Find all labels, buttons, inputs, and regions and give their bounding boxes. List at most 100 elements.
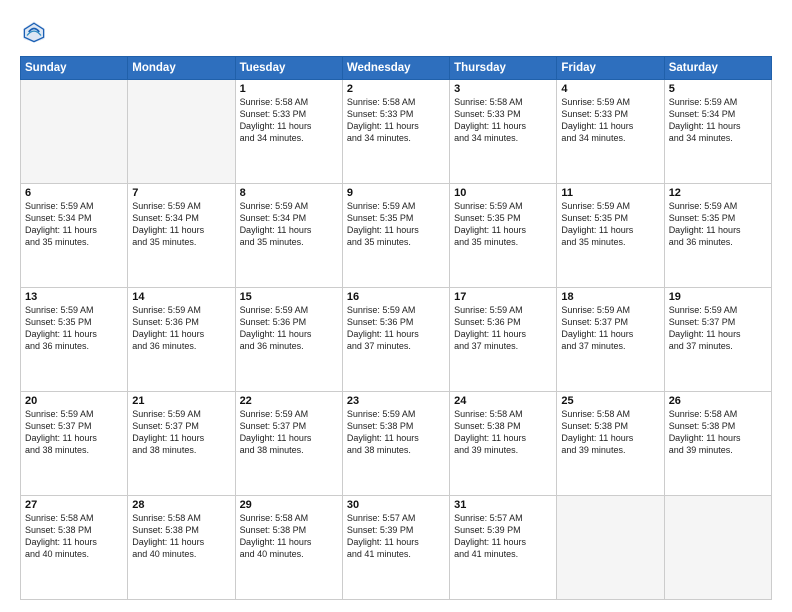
calendar-cell: 9Sunrise: 5:59 AM Sunset: 5:35 PM Daylig…	[342, 184, 449, 288]
day-number: 25	[561, 395, 659, 407]
week-row-3: 13Sunrise: 5:59 AM Sunset: 5:35 PM Dayli…	[21, 288, 772, 392]
day-info: Sunrise: 5:58 AM Sunset: 5:38 PM Dayligh…	[454, 408, 552, 457]
day-number: 6	[25, 187, 123, 199]
calendar-cell: 19Sunrise: 5:59 AM Sunset: 5:37 PM Dayli…	[664, 288, 771, 392]
header-sunday: Sunday	[21, 57, 128, 80]
day-info: Sunrise: 5:59 AM Sunset: 5:37 PM Dayligh…	[25, 408, 123, 457]
day-info: Sunrise: 5:59 AM Sunset: 5:33 PM Dayligh…	[561, 96, 659, 145]
calendar-cell: 15Sunrise: 5:59 AM Sunset: 5:36 PM Dayli…	[235, 288, 342, 392]
calendar-cell: 16Sunrise: 5:59 AM Sunset: 5:36 PM Dayli…	[342, 288, 449, 392]
calendar-cell: 2Sunrise: 5:58 AM Sunset: 5:33 PM Daylig…	[342, 80, 449, 184]
day-number: 16	[347, 291, 445, 303]
day-number: 26	[669, 395, 767, 407]
day-number: 2	[347, 83, 445, 95]
day-number: 5	[669, 83, 767, 95]
day-number: 15	[240, 291, 338, 303]
calendar-cell: 25Sunrise: 5:58 AM Sunset: 5:38 PM Dayli…	[557, 392, 664, 496]
calendar-cell: 29Sunrise: 5:58 AM Sunset: 5:38 PM Dayli…	[235, 496, 342, 600]
day-info: Sunrise: 5:59 AM Sunset: 5:36 PM Dayligh…	[347, 304, 445, 353]
day-number: 13	[25, 291, 123, 303]
day-info: Sunrise: 5:58 AM Sunset: 5:38 PM Dayligh…	[561, 408, 659, 457]
calendar-cell	[128, 80, 235, 184]
header-monday: Monday	[128, 57, 235, 80]
day-number: 4	[561, 83, 659, 95]
header	[20, 18, 772, 46]
day-info: Sunrise: 5:58 AM Sunset: 5:33 PM Dayligh…	[347, 96, 445, 145]
calendar-cell	[664, 496, 771, 600]
calendar-cell: 28Sunrise: 5:58 AM Sunset: 5:38 PM Dayli…	[128, 496, 235, 600]
calendar-cell: 1Sunrise: 5:58 AM Sunset: 5:33 PM Daylig…	[235, 80, 342, 184]
day-info: Sunrise: 5:58 AM Sunset: 5:38 PM Dayligh…	[132, 512, 230, 561]
day-number: 28	[132, 499, 230, 511]
day-number: 22	[240, 395, 338, 407]
day-info: Sunrise: 5:59 AM Sunset: 5:35 PM Dayligh…	[454, 200, 552, 249]
calendar-cell: 4Sunrise: 5:59 AM Sunset: 5:33 PM Daylig…	[557, 80, 664, 184]
day-number: 8	[240, 187, 338, 199]
header-tuesday: Tuesday	[235, 57, 342, 80]
calendar-cell	[557, 496, 664, 600]
day-number: 17	[454, 291, 552, 303]
day-number: 23	[347, 395, 445, 407]
day-number: 11	[561, 187, 659, 199]
calendar-cell: 3Sunrise: 5:58 AM Sunset: 5:33 PM Daylig…	[450, 80, 557, 184]
header-saturday: Saturday	[664, 57, 771, 80]
day-info: Sunrise: 5:58 AM Sunset: 5:33 PM Dayligh…	[454, 96, 552, 145]
header-wednesday: Wednesday	[342, 57, 449, 80]
day-number: 14	[132, 291, 230, 303]
day-number: 9	[347, 187, 445, 199]
calendar: SundayMondayTuesdayWednesdayThursdayFrid…	[20, 56, 772, 600]
calendar-cell: 7Sunrise: 5:59 AM Sunset: 5:34 PM Daylig…	[128, 184, 235, 288]
calendar-cell: 6Sunrise: 5:59 AM Sunset: 5:34 PM Daylig…	[21, 184, 128, 288]
calendar-cell: 18Sunrise: 5:59 AM Sunset: 5:37 PM Dayli…	[557, 288, 664, 392]
calendar-cell: 5Sunrise: 5:59 AM Sunset: 5:34 PM Daylig…	[664, 80, 771, 184]
day-info: Sunrise: 5:59 AM Sunset: 5:35 PM Dayligh…	[561, 200, 659, 249]
day-info: Sunrise: 5:59 AM Sunset: 5:36 PM Dayligh…	[454, 304, 552, 353]
week-row-1: 1Sunrise: 5:58 AM Sunset: 5:33 PM Daylig…	[21, 80, 772, 184]
calendar-cell: 10Sunrise: 5:59 AM Sunset: 5:35 PM Dayli…	[450, 184, 557, 288]
day-info: Sunrise: 5:59 AM Sunset: 5:35 PM Dayligh…	[25, 304, 123, 353]
calendar-cell: 22Sunrise: 5:59 AM Sunset: 5:37 PM Dayli…	[235, 392, 342, 496]
calendar-cell	[21, 80, 128, 184]
calendar-cell: 11Sunrise: 5:59 AM Sunset: 5:35 PM Dayli…	[557, 184, 664, 288]
calendar-cell: 24Sunrise: 5:58 AM Sunset: 5:38 PM Dayli…	[450, 392, 557, 496]
calendar-cell: 23Sunrise: 5:59 AM Sunset: 5:38 PM Dayli…	[342, 392, 449, 496]
day-info: Sunrise: 5:59 AM Sunset: 5:34 PM Dayligh…	[240, 200, 338, 249]
page: SundayMondayTuesdayWednesdayThursdayFrid…	[0, 0, 792, 612]
day-info: Sunrise: 5:59 AM Sunset: 5:37 PM Dayligh…	[669, 304, 767, 353]
calendar-cell: 27Sunrise: 5:58 AM Sunset: 5:38 PM Dayli…	[21, 496, 128, 600]
week-row-5: 27Sunrise: 5:58 AM Sunset: 5:38 PM Dayli…	[21, 496, 772, 600]
calendar-cell: 26Sunrise: 5:58 AM Sunset: 5:38 PM Dayli…	[664, 392, 771, 496]
day-info: Sunrise: 5:58 AM Sunset: 5:38 PM Dayligh…	[669, 408, 767, 457]
day-info: Sunrise: 5:58 AM Sunset: 5:33 PM Dayligh…	[240, 96, 338, 145]
header-thursday: Thursday	[450, 57, 557, 80]
week-row-4: 20Sunrise: 5:59 AM Sunset: 5:37 PM Dayli…	[21, 392, 772, 496]
logo-icon	[20, 18, 48, 46]
day-info: Sunrise: 5:57 AM Sunset: 5:39 PM Dayligh…	[454, 512, 552, 561]
day-info: Sunrise: 5:59 AM Sunset: 5:34 PM Dayligh…	[132, 200, 230, 249]
day-number: 31	[454, 499, 552, 511]
day-info: Sunrise: 5:58 AM Sunset: 5:38 PM Dayligh…	[25, 512, 123, 561]
day-number: 21	[132, 395, 230, 407]
day-number: 3	[454, 83, 552, 95]
day-info: Sunrise: 5:59 AM Sunset: 5:35 PM Dayligh…	[347, 200, 445, 249]
day-info: Sunrise: 5:59 AM Sunset: 5:37 PM Dayligh…	[240, 408, 338, 457]
day-info: Sunrise: 5:59 AM Sunset: 5:34 PM Dayligh…	[669, 96, 767, 145]
day-info: Sunrise: 5:59 AM Sunset: 5:37 PM Dayligh…	[132, 408, 230, 457]
day-number: 30	[347, 499, 445, 511]
calendar-cell: 17Sunrise: 5:59 AM Sunset: 5:36 PM Dayli…	[450, 288, 557, 392]
day-number: 20	[25, 395, 123, 407]
day-number: 29	[240, 499, 338, 511]
calendar-header-row: SundayMondayTuesdayWednesdayThursdayFrid…	[21, 57, 772, 80]
calendar-cell: 8Sunrise: 5:59 AM Sunset: 5:34 PM Daylig…	[235, 184, 342, 288]
day-number: 24	[454, 395, 552, 407]
day-number: 18	[561, 291, 659, 303]
day-number: 10	[454, 187, 552, 199]
day-number: 1	[240, 83, 338, 95]
day-info: Sunrise: 5:59 AM Sunset: 5:35 PM Dayligh…	[669, 200, 767, 249]
day-number: 27	[25, 499, 123, 511]
calendar-cell: 14Sunrise: 5:59 AM Sunset: 5:36 PM Dayli…	[128, 288, 235, 392]
day-info: Sunrise: 5:59 AM Sunset: 5:34 PM Dayligh…	[25, 200, 123, 249]
day-info: Sunrise: 5:59 AM Sunset: 5:36 PM Dayligh…	[132, 304, 230, 353]
day-info: Sunrise: 5:57 AM Sunset: 5:39 PM Dayligh…	[347, 512, 445, 561]
calendar-cell: 13Sunrise: 5:59 AM Sunset: 5:35 PM Dayli…	[21, 288, 128, 392]
